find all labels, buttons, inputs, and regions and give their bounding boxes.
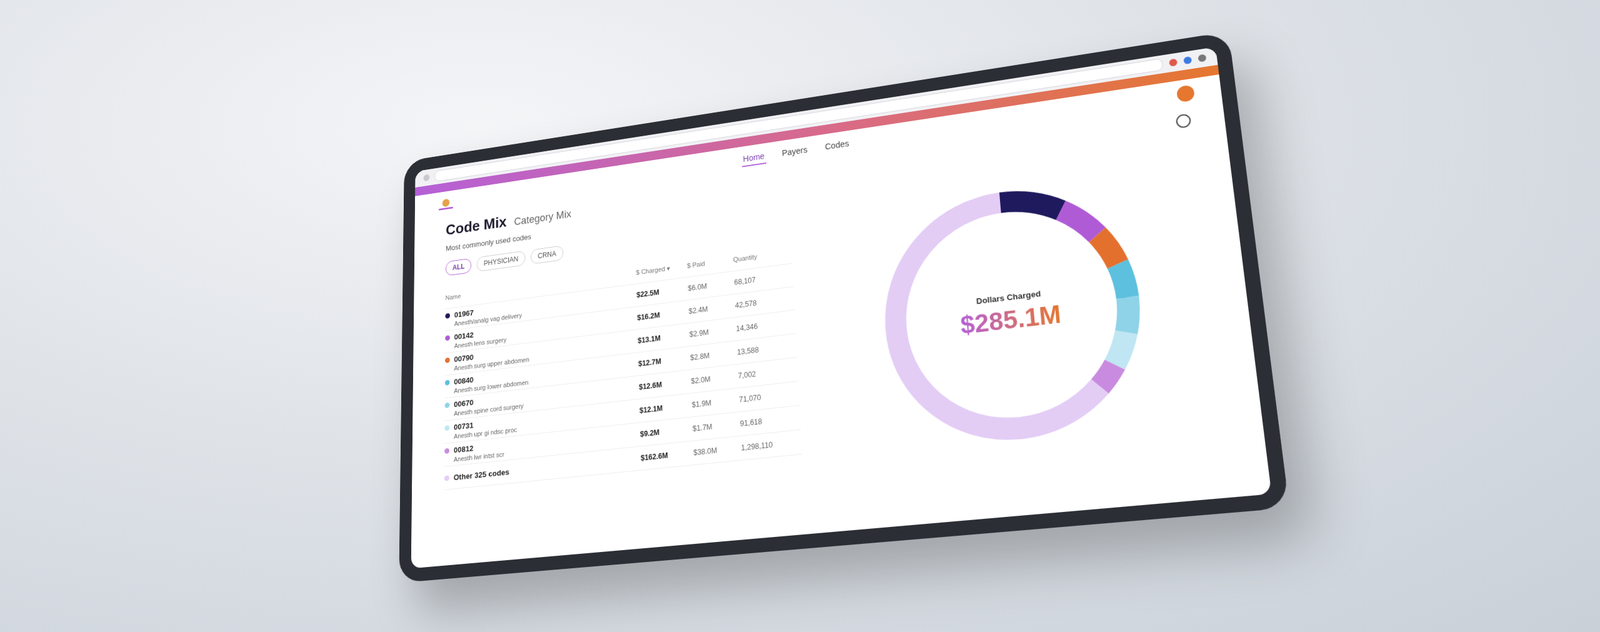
paid: $2.8M xyxy=(690,347,737,362)
column-header[interactable]: Name xyxy=(445,266,637,304)
charged: $22.5M xyxy=(636,284,688,300)
charged: $13.1M xyxy=(637,330,690,345)
chart-total: $285.1M xyxy=(959,299,1062,340)
table-row[interactable]: 01967Anesth/analg vag delivery$22.5M$6.0… xyxy=(445,263,794,331)
code: 00812 xyxy=(453,443,474,455)
quantity: 68,107 xyxy=(733,270,794,287)
page-title: Code Mix xyxy=(445,212,507,239)
donut-segment[interactable] xyxy=(888,186,1141,440)
series-dot xyxy=(445,401,450,408)
table-header: Name$ Charged ▾$ PaidQuantity xyxy=(445,240,793,309)
quantity: 14,346 xyxy=(735,316,796,333)
code-description: Anesth/analg vag delivery xyxy=(445,296,637,328)
page-subtitle[interactable]: Category Mix xyxy=(514,207,572,228)
series-dot xyxy=(445,312,450,319)
paid: $2.9M xyxy=(689,324,737,339)
extension-icon[interactable] xyxy=(1168,58,1178,67)
code: 00731 xyxy=(453,420,474,432)
quantity: 42,578 xyxy=(735,293,795,310)
donut-segment[interactable] xyxy=(888,186,1141,440)
filter-chip[interactable]: CRNA xyxy=(530,245,564,265)
code-description: Anesth surg lower abdomen xyxy=(445,365,639,395)
paid: $6.0M xyxy=(687,278,735,293)
charged: $12.6M xyxy=(638,376,692,392)
url-field[interactable] xyxy=(435,58,1164,182)
series-dot xyxy=(445,379,450,385)
brand-strip xyxy=(415,64,1219,196)
nav-item[interactable]: Home xyxy=(741,148,767,167)
table-row[interactable]: Other 325 codes $162.6M$38.0M1,298,110 xyxy=(444,429,803,490)
table-row[interactable]: 00670Anesth spine cord surgery$12.6M$2.0… xyxy=(444,357,799,421)
charged: $9.2M xyxy=(640,424,693,439)
series-dot xyxy=(444,447,450,454)
code: 00670 xyxy=(453,397,474,409)
paid: $2.0M xyxy=(690,371,739,385)
nav-item[interactable]: Payers xyxy=(780,141,810,161)
quantity: 71,070 xyxy=(738,388,800,404)
code-description: Anesth spine cord surgery xyxy=(445,388,640,417)
column-header[interactable]: Quantity xyxy=(733,245,793,265)
code-description: Anesth lwr intst scr xyxy=(444,435,640,464)
charged: $16.2M xyxy=(636,306,689,322)
charged: $162.6M xyxy=(640,448,694,462)
app-header: Home Payers Codes xyxy=(415,74,1223,222)
app-screen: HomePayersCodesCode MixCategory MixMost … xyxy=(411,46,1272,568)
quantity: 13,588 xyxy=(736,340,797,357)
donut-segment[interactable] xyxy=(888,186,1141,440)
series-dot xyxy=(445,334,450,340)
tablet: HomePayersCodesCode MixCategory MixMost … xyxy=(398,31,1290,583)
code: 00142 xyxy=(454,330,474,342)
donut-segment[interactable] xyxy=(888,186,1141,440)
donut-segment[interactable] xyxy=(888,186,1141,440)
paid: $2.4M xyxy=(688,301,736,316)
code: 00840 xyxy=(453,374,474,386)
code: Other 325 codes xyxy=(453,466,510,482)
paid: $38.0M xyxy=(693,443,742,457)
filter-chip[interactable]: PHYSICIAN xyxy=(476,250,526,272)
user-avatar[interactable] xyxy=(1176,84,1195,103)
donut-segment[interactable] xyxy=(888,186,1141,440)
charged: $12.7M xyxy=(638,353,690,368)
browser-back-icon[interactable] xyxy=(423,173,430,182)
browser-bar xyxy=(415,46,1218,187)
series-dot xyxy=(445,356,450,363)
donut-segment[interactable] xyxy=(888,186,1141,440)
table-row[interactable]: 00731Anesth upr gi ndsc proc$12.1M$1.9M7… xyxy=(444,381,800,444)
code: 01967 xyxy=(454,307,474,319)
info-icon[interactable] xyxy=(1175,113,1192,129)
filter-chip[interactable]: ALL xyxy=(445,257,472,276)
extension-icon[interactable] xyxy=(1183,55,1192,64)
column-header[interactable]: $ Paid xyxy=(686,253,734,272)
code-description: Anesth upr gi ndsc proc xyxy=(444,411,640,440)
photo-scene: HomePayersCodesCode MixCategory MixMost … xyxy=(0,0,1600,632)
quantity: 91,618 xyxy=(740,412,801,428)
column-header[interactable]: $ Charged ▾ xyxy=(635,259,687,279)
donut-chart: Dollars Charged$285.1M xyxy=(862,158,1170,468)
nav-item[interactable]: Codes xyxy=(823,135,851,155)
series-dot xyxy=(444,474,450,480)
paid: $1.7M xyxy=(692,419,740,434)
quantity: 7,002 xyxy=(738,364,799,380)
code-table: Name$ Charged ▾$ PaidQuantity01967Anesth… xyxy=(444,240,803,490)
table-row[interactable]: 00812Anesth lwr intst scr$9.2M$1.7M91,61… xyxy=(444,405,802,467)
code: 00790 xyxy=(454,351,474,364)
series-dot xyxy=(444,424,450,430)
download-icon[interactable] xyxy=(1197,53,1207,62)
quantity: 1,298,110 xyxy=(740,436,802,452)
logo-icon[interactable] xyxy=(435,195,457,212)
donut-segment[interactable] xyxy=(888,186,1141,440)
paid: $1.9M xyxy=(691,395,740,409)
charged: $12.1M xyxy=(639,400,692,415)
